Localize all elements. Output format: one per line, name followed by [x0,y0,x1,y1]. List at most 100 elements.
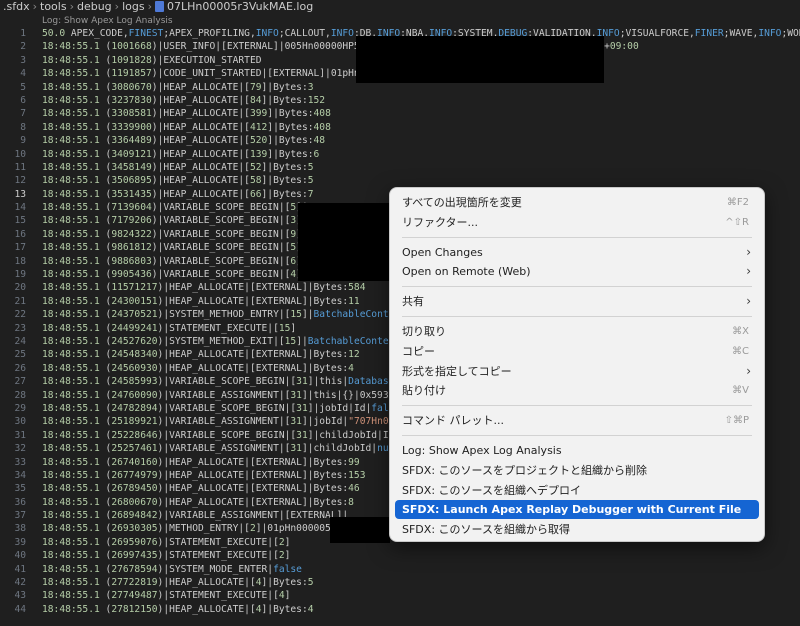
code-line[interactable]: 12 18:48:55.1 (3506895)|HEAP_ALLOCATE|[58… [0,174,800,187]
code-line-text[interactable]: 18:48:55.1 (3409121)|HEAP_ALLOCATE|[139]… [42,148,319,161]
code-line-text[interactable]: 18:48:55.1 (1091828)|EXECUTION_STARTED [42,54,262,67]
breadcrumb-item-tools[interactable]: tools [40,0,67,13]
code-line[interactable]: 11 18:48:55.1 (3458149)|HEAP_ALLOCATE|[52… [0,161,800,174]
context-menu-item[interactable]: 切り取り ⌘X [395,322,759,341]
line-number: 19 [14,269,26,281]
line-number: 44 [14,603,26,615]
code-line-text[interactable]: 18:48:55.1 (1191857)|CODE_UNIT_STARTED|[… [42,67,377,80]
breadcrumb-separator: › [114,0,120,13]
context-menu-item[interactable]: SFDX: このソースをプロジェクトと組織から削除 [395,461,759,480]
context-menu-item[interactable]: SFDX: Launch Apex Replay Debugger with C… [395,500,759,520]
line-number: 30 [14,416,26,428]
context-menu-item[interactable]: リファクター... ^⇧R [395,213,759,232]
context-menu-item[interactable]: 共有 › [395,292,759,311]
breadcrumb-file[interactable]: 07LHn00005r3VukMAE.log [167,0,313,13]
code-line[interactable]: 7 18:48:55.1 (3308581)|HEAP_ALLOCATE|[399… [0,107,800,120]
code-line-text[interactable]: 18:48:55.1 (3531435)|HEAP_ALLOCATE|[66]|… [42,188,314,201]
context-menu-item[interactable]: Open Changes › [395,243,759,262]
context-menu-item[interactable]: SFDX: このソースを組織から取得 [395,520,759,539]
breadcrumb-item-logs[interactable]: logs [122,0,145,13]
code-line[interactable]: 43 18:48:55.1 (27749487)|STATEMENT_EXECUT… [0,589,800,602]
code-line-text[interactable]: 18:48:55.1 (27678594)|SYSTEM_MODE_ENTER|… [42,563,302,576]
code-line-text[interactable]: 18:48:55.1 (26894842)|VARIABLE_ASSIGNMEN… [42,509,348,522]
code-line-text[interactable]: 18:48:55.1 (9824322)|VARIABLE_SCOPE_BEGI… [42,228,308,241]
code-line-text[interactable]: 18:48:55.1 (24527620)|SYSTEM_METHOD_EXIT… [42,335,412,348]
code-line-text[interactable]: 18:48:55.1 (9861812)|VARIABLE_SCOPE_BEGI… [42,241,308,254]
breadcrumb-item-sfdx[interactable]: .sfdx [3,0,30,13]
code-line-text[interactable]: 18:48:55.1 (24300151)|HEAP_ALLOCATE|[EXT… [42,295,360,308]
code-line-text[interactable]: 18:48:55.1 (24782894)|VARIABLE_SCOPE_BEG… [42,402,412,415]
context-menu-item[interactable]: Log: Show Apex Log Analysis [395,441,759,460]
code-line-text[interactable]: 18:48:55.1 (11571217)|HEAP_ALLOCATE|[EXT… [42,281,365,294]
code-line-text[interactable]: 18:48:55.1 (3364489)|HEAP_ALLOCATE|[520]… [42,134,325,147]
code-line[interactable]: 9 18:48:55.1 (3364489)|HEAP_ALLOCATE|[520… [0,134,800,147]
code-line-text[interactable]: 18:48:55.1 (24548340)|HEAP_ALLOCATE|[EXT… [42,348,360,361]
line-number: 24 [14,335,26,347]
code-line-text[interactable]: 18:48:55.1 (26740160)|HEAP_ALLOCATE|[EXT… [42,456,360,469]
line-number: 27 [14,376,26,388]
menu-item-label: 形式を指定してコピー [402,364,512,378]
menu-item-label: SFDX: このソースをプロジェクトと組織から削除 [402,463,647,477]
breadcrumb-item-debug[interactable]: debug [77,0,112,13]
menu-item-shortcut: ⌘X [732,326,749,337]
context-menu-item[interactable]: Open on Remote (Web) › [395,262,759,281]
code-line-text[interactable]: 18:48:55.1 (26930305)|METHOD_ENTRY|[2]|0… [42,522,348,535]
code-line-text[interactable]: 18:48:55.1 (26789450)|HEAP_ALLOCATE|[EXT… [42,482,360,495]
code-line-text[interactable]: 18:48:55.1 (24760090)|VARIABLE_ASSIGNMEN… [42,389,412,402]
context-menu-item[interactable]: 形式を指定してコピー › [395,362,759,381]
line-number: 6 [20,94,26,106]
line-number: 22 [14,309,26,321]
code-line[interactable]: 40 18:48:55.1 (26997435)|STATEMENT_EXECUT… [0,549,800,562]
menu-separator [402,435,752,436]
breadcrumb-separator: › [32,0,37,13]
menu-item-label: Open Changes [402,245,483,259]
code-line-text[interactable]: 18:48:55.1 (24370521)|SYSTEM_METHOD_ENTR… [42,308,412,321]
breadcrumb: .sfdx › tools › debug › logs › 07LHn00005r3VukMA… [0,0,800,16]
code-line[interactable]: 10 18:48:55.1 (3409121)|HEAP_ALLOCATE|[13… [0,148,800,161]
code-line-text[interactable]: 18:48:55.1 (24585993)|VARIABLE_SCOPE_BEG… [42,375,412,388]
code-line-text[interactable]: 18:48:55.1 (26997435)|STATEMENT_EXECUTE|… [42,549,290,562]
code-line-text[interactable]: 18:48:55.1 (26774979)|HEAP_ALLOCATE|[EXT… [42,469,365,482]
code-line-text[interactable]: 18:48:55.1 (26959076)|STATEMENT_EXECUTE|… [42,536,290,549]
code-line-text[interactable]: 18:48:55.1 (7179206)|VARIABLE_SCOPE_BEGI… [42,214,308,227]
menu-separator [402,405,752,407]
context-menu-item[interactable]: コマンド パレット... ⇧⌘P [395,411,759,430]
code-line-text[interactable]: 18:48:55.1 (3458149)|HEAP_ALLOCATE|[52]|… [42,161,314,174]
redaction-block [330,517,390,543]
code-line-text[interactable]: 18:48:55.1 (24499241)|STATEMENT_EXECUTE|… [42,322,296,335]
code-line-text[interactable]: 18:48:55.1 (25257461)|VARIABLE_ASSIGNMEN… [42,442,400,455]
code-line-text[interactable]: 18:48:55.1 (3506895)|HEAP_ALLOCATE|[58]|… [42,174,314,187]
code-line-text[interactable]: 18:48:55.1 (9886803)|VARIABLE_SCOPE_BEGI… [42,255,308,268]
code-line[interactable]: 6 18:48:55.1 (3237830)|HEAP_ALLOCATE|[84]… [0,94,800,107]
code-line-text[interactable]: 18:48:55.1 (25228646)|VARIABLE_SCOPE_BEG… [42,429,412,442]
code-line-text[interactable]: 18:48:55.1 (7139604)|VARIABLE_SCOPE_BEGI… [42,201,308,214]
code-line-text[interactable]: 18:48:55.1 (26800670)|HEAP_ALLOCATE|[EXT… [42,496,354,509]
code-line-text[interactable]: 18:48:55.1 (27749487)|STATEMENT_EXECUTE|… [42,589,290,602]
chevron-right-icon: › [746,264,751,279]
context-menu-item[interactable]: SFDX: このソースを組織へデプロイ [395,481,759,500]
context-menu-item[interactable]: すべての出現箇所を変更 ⌘F2 [395,193,759,212]
menu-item-label: SFDX: このソースを組織から取得 [402,523,570,537]
code-line-text[interactable]: 18:48:55.1 (25189921)|VARIABLE_ASSIGNMEN… [42,415,406,428]
code-line-text[interactable]: 18:48:55.1 (24560930)|HEAP_ALLOCATE|[EXT… [42,362,354,375]
codelens-show-log-analysis[interactable]: Log: Show Apex Log Analysis [42,16,173,27]
code-line-text[interactable]: 18:48:55.1 (27812150)|HEAP_ALLOCATE|[4]|… [42,603,314,616]
code-line[interactable]: 8 18:48:55.1 (3339900)|HEAP_ALLOCATE|[412… [0,121,800,134]
context-menu-item[interactable]: 貼り付け ⌘V [395,381,759,400]
code-line-text[interactable]: 18:48:55.1 (3237830)|HEAP_ALLOCATE|[84]|… [42,94,325,107]
menu-separator [402,316,752,317]
line-number: 31 [14,429,26,441]
code-line[interactable]: 44 18:48:55.1 (27812150)|HEAP_ALLOCATE|[4… [0,603,800,616]
line-number: 34 [14,469,26,481]
line-number: 20 [14,282,26,294]
code-line[interactable]: 42 18:48:55.1 (27722819)|HEAP_ALLOCATE|[4… [0,576,800,589]
code-line[interactable]: 41 18:48:55.1 (27678594)|SYSTEM_MODE_ENTE… [0,563,800,576]
code-line-text[interactable]: 18:48:55.1 (3080670)|HEAP_ALLOCATE|[79]|… [42,81,314,94]
line-number: 37 [14,510,26,522]
context-menu-item[interactable]: コピー ⌘C [395,342,759,361]
context-menu: すべての出現箇所を変更 ⌘F2 リファクター... ^⇧R Open Changes › O… [389,187,765,542]
code-line-text[interactable]: 18:48:55.1 (3308581)|HEAP_ALLOCATE|[399]… [42,107,331,120]
code-line-text[interactable]: 18:48:55.1 (9905436)|VARIABLE_SCOPE_BEGI… [42,268,308,281]
code-line-text[interactable]: 18:48:55.1 (3339900)|HEAP_ALLOCATE|[412]… [42,121,331,134]
code-line-text[interactable]: 18:48:55.1 (27722819)|HEAP_ALLOCATE|[4]|… [42,576,314,589]
